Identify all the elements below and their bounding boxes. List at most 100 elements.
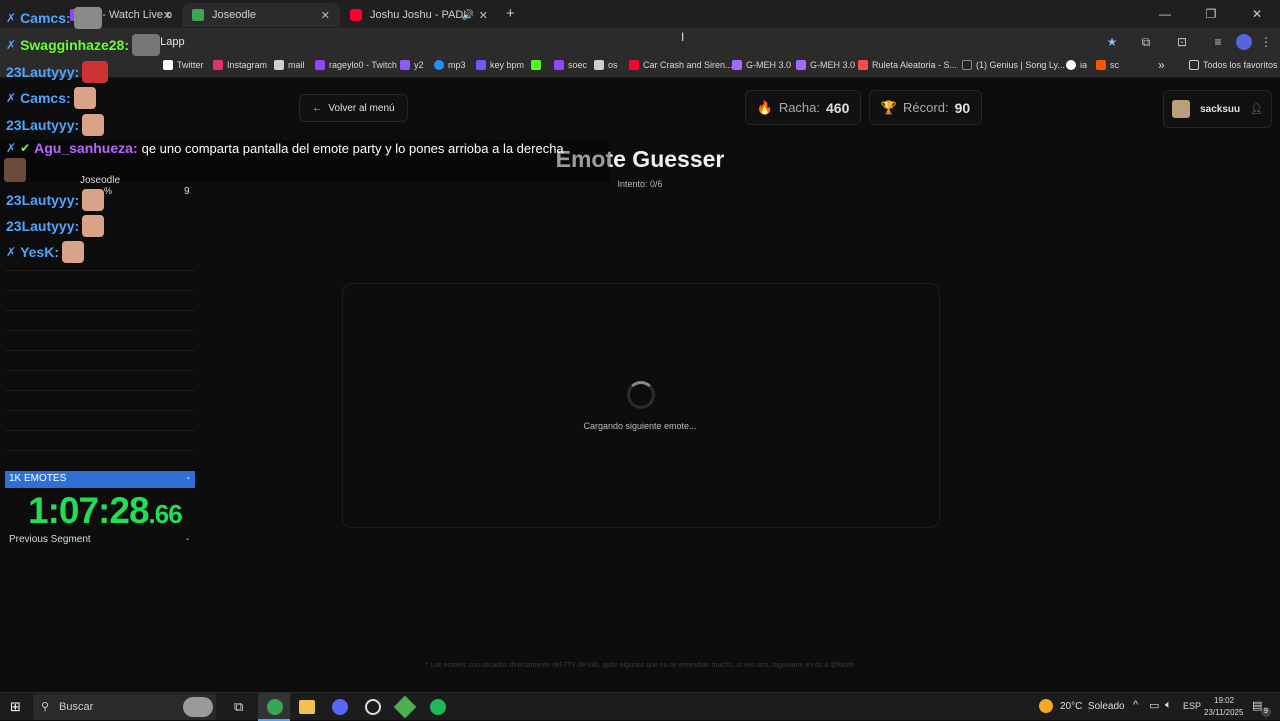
split-divider [5, 430, 195, 431]
address-bar: eLapp ★ ⧉ ⊡ ≡ ⋮ [0, 28, 1280, 56]
minimize-button[interactable]: — [1142, 0, 1188, 28]
search-icon: ⚲ [41, 701, 50, 713]
more-bookmarks-icon[interactable]: » [1158, 58, 1165, 72]
close-icon[interactable]: ✕ [321, 9, 330, 22]
close-icon[interactable]: ✕ [163, 9, 172, 22]
bookmark-car-crash[interactable]: Car Crash and Siren... [629, 60, 733, 70]
extensions-icon[interactable]: ⧉ [1138, 34, 1154, 50]
previous-segment-value: - [186, 534, 190, 545]
chat-message: 23Lautyyy: [6, 114, 105, 136]
split-divider [5, 330, 195, 331]
pin-icon: ✗ [6, 38, 17, 52]
task-view-icon[interactable]: ⧉ [234, 699, 243, 715]
split-divider [5, 290, 195, 291]
tab-label: Joseodle [212, 9, 257, 21]
notification-count: 9 [1261, 707, 1271, 717]
close-window-button[interactable]: ✕ [1234, 0, 1280, 28]
bookmark-ia[interactable]: ia [1066, 60, 1087, 70]
bookmark-os[interactable]: os [594, 60, 618, 70]
x-icon [163, 60, 173, 70]
trophy-icon: 🏆 [880, 99, 898, 115]
omnibox[interactable] [130, 30, 1120, 54]
back-to-menu-button[interactable]: ← Volver al menú [299, 94, 408, 122]
chat-message: ✗ Camcs: [6, 7, 102, 29]
sun-icon [1039, 699, 1053, 713]
profile-icon[interactable] [1236, 34, 1252, 50]
new-tab-button[interactable]: + [506, 5, 515, 22]
tab-youtube[interactable]: Joshu Joshu - PADUA ANG 🔊 ✕ [340, 3, 498, 27]
streak-badge: 🔥 Racha: 460 [745, 90, 861, 125]
bookmark-gmeh-1[interactable]: G-MEH 3.0 [732, 60, 791, 70]
cast-icon[interactable]: ⊡ [1174, 34, 1190, 50]
chrome-icon[interactable] [267, 699, 283, 715]
weather-text[interactable]: 20°C Soleado [1060, 701, 1125, 712]
chat-message: ✗ ✔ Agu_sanhueza: qe uno comparta pantal… [6, 140, 564, 156]
language-indicator[interactable]: ESP [1183, 701, 1201, 711]
taskbar-search[interactable]: ⚲ Buscar [33, 694, 216, 720]
genius-icon [962, 60, 972, 70]
bookmark-key-bpm[interactable]: key bpm [476, 60, 524, 70]
ia-icon [1066, 60, 1076, 70]
volume-icon[interactable]: 🔈︎ [1165, 699, 1172, 712]
media-icon[interactable]: ≡ [1210, 34, 1226, 50]
drive-icon[interactable] [393, 695, 417, 719]
user-button[interactable]: sacksuu 👤︎ [1163, 90, 1272, 128]
os-icon [594, 60, 604, 70]
chevron-up-icon[interactable]: ^ [1133, 699, 1138, 711]
record-label: Récord: [903, 100, 949, 115]
taskbar: ⊞ ⚲ Buscar ⧉ 20°C Soleado ^ ▭ 🔈︎ ESP 19:… [0, 692, 1280, 721]
emote [73, 87, 96, 109]
emote [82, 215, 105, 237]
bookmark-ruleta[interactable]: Ruleta Aleatoria - S... [858, 60, 957, 70]
bookmark-twitch[interactable]: rageylo0 - Twitch [315, 60, 397, 70]
chat-message: 23Lautyyy: [6, 215, 105, 237]
bookmark-y2[interactable]: y2 [400, 60, 424, 70]
close-icon[interactable]: ✕ [479, 9, 488, 22]
bookmark-sc[interactable]: sc [1096, 60, 1119, 70]
split-divider [5, 370, 195, 371]
maximize-button[interactable]: ❐ [1188, 0, 1234, 28]
twitch-icon [315, 60, 325, 70]
chat-message: ✗ Camcs: [6, 87, 96, 109]
bookmark-twitter[interactable]: Twitter [163, 60, 204, 70]
streak-label: Racha: [778, 100, 821, 115]
loading-spinner [627, 381, 655, 409]
clock-time[interactable]: 19:02 [1214, 696, 1234, 705]
split-divider [5, 450, 195, 451]
bookmark-soec[interactable]: soec [554, 60, 587, 70]
loading-text: Cargando siguiente emote... [583, 421, 697, 431]
menu-icon[interactable]: ⋮ [1258, 34, 1274, 50]
timer-main: 1:07:28 [28, 490, 150, 531]
twitch-icon [554, 60, 564, 70]
split-divider [5, 270, 195, 271]
streak-value: 460 [826, 99, 850, 116]
mp3-icon [434, 60, 444, 70]
bookmark-instagram[interactable]: Instagram [213, 60, 267, 70]
star-icon[interactable]: ★ [1104, 34, 1120, 50]
bookmark-gmeh-2[interactable]: G-MEH 3.0 [796, 60, 855, 70]
speaker-icon[interactable]: 🔊 [462, 10, 474, 21]
kick-icon [531, 60, 541, 70]
run-timer: 1:07:28.66 [28, 490, 183, 532]
tab-label: Joshu Joshu - PADUA ANG [370, 9, 466, 21]
tab-joseodle[interactable]: Joseodle ✕ [182, 3, 340, 27]
bookmark-genius[interactable]: (1) Genius | Song Ly... [962, 60, 1065, 70]
bookmark-mail[interactable]: mail [274, 60, 305, 70]
spotify-icon[interactable] [430, 699, 446, 715]
emote [82, 61, 109, 83]
split-divider [5, 390, 195, 391]
windows-start-icon[interactable]: ⊞ [10, 699, 21, 715]
all-bookmarks[interactable]: Todos los favoritos [1189, 60, 1278, 70]
split-divider [5, 410, 195, 411]
file-explorer-icon[interactable] [299, 700, 315, 714]
chat-message: 23Lautyyy: [6, 189, 105, 211]
discord-icon[interactable] [332, 699, 348, 715]
network-icon[interactable]: ▭ [1149, 699, 1159, 712]
bookmark-kick[interactable] [531, 60, 545, 70]
bookmark-mp3[interactable]: mp3 [434, 60, 466, 70]
splits-icon [4, 158, 26, 182]
folder-icon [1189, 60, 1199, 70]
clock-date[interactable]: 23/11/2025 [1204, 708, 1243, 717]
emote [82, 114, 105, 136]
obs-icon[interactable] [365, 699, 381, 715]
